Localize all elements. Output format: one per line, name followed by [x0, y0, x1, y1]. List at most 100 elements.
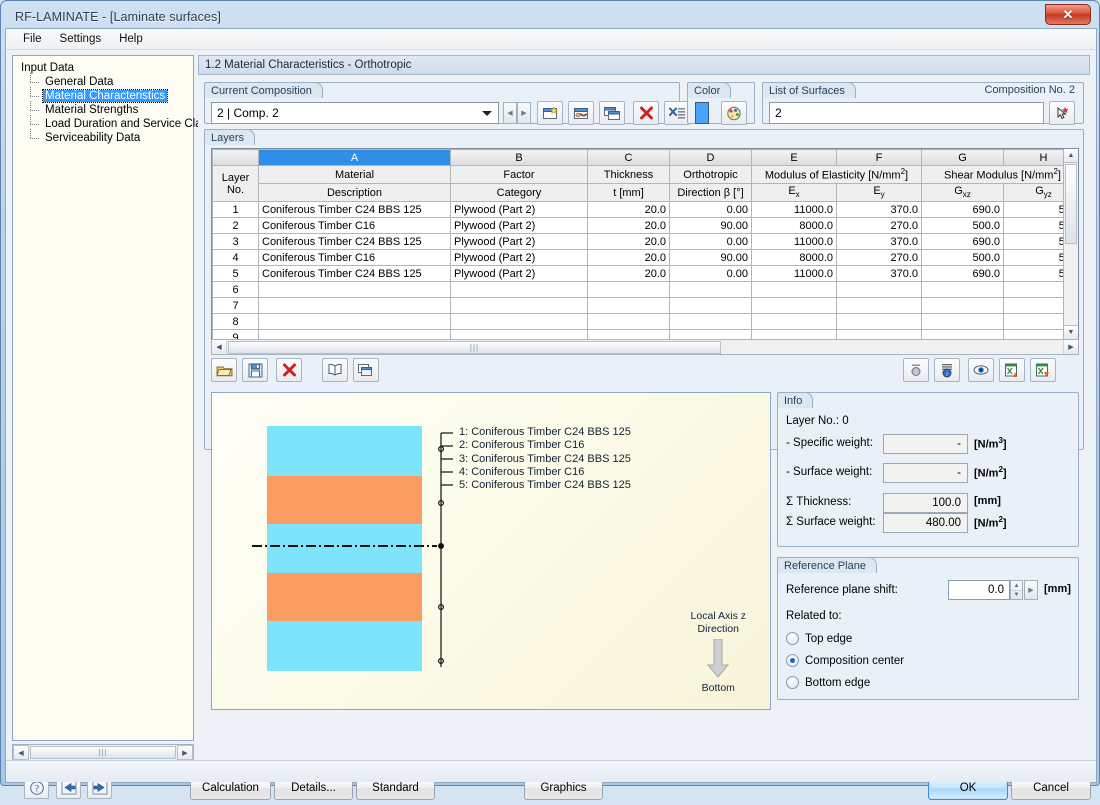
scrollbar-thumb[interactable]: |||: [30, 746, 176, 759]
cell-material[interactable]: [258, 281, 451, 298]
cell-direction[interactable]: [669, 297, 752, 314]
cell-ey[interactable]: 370.0: [836, 233, 922, 250]
cell-material[interactable]: Coniferous Timber C24 BBS 125: [258, 233, 451, 250]
cell-ex[interactable]: 11000.0: [751, 265, 837, 282]
cell-thickness[interactable]: 20.0: [587, 217, 670, 234]
color-swatch[interactable]: [695, 102, 709, 124]
pick-surfaces-button[interactable]: [1049, 101, 1075, 125]
table-vertical-scrollbar[interactable]: ▲ ▼: [1063, 149, 1078, 339]
cell-ex[interactable]: 8000.0: [751, 249, 837, 266]
table-row[interactable]: 5 Coniferous Timber C24 BBS 125 Plywood (P…: [212, 265, 1078, 282]
row-header-cell[interactable]: 3: [212, 233, 259, 250]
row-header-cell[interactable]: 7: [212, 297, 259, 314]
composition-next-button[interactable]: ▶: [517, 102, 531, 124]
cell-direction[interactable]: 90.00: [669, 249, 752, 266]
edit-composition-button[interactable]: [568, 101, 594, 125]
sidebar-item-material-strengths[interactable]: Material Strengths: [30, 101, 189, 117]
nav-horizontal-scrollbar[interactable]: ◀ ||| ▶: [12, 744, 194, 761]
cell-gxz[interactable]: 500.0: [921, 217, 1004, 234]
cell-ex[interactable]: 11000.0: [751, 201, 837, 218]
vscroll-thumb[interactable]: [1065, 164, 1077, 244]
library-button[interactable]: [322, 358, 348, 382]
save-layers-button[interactable]: [242, 358, 268, 382]
reference-plane-shift-input[interactable]: 0.0: [948, 580, 1010, 600]
cell-factor[interactable]: Plywood (Part 2): [450, 249, 588, 266]
cell-direction[interactable]: 0.00: [669, 201, 752, 218]
row-header-cell[interactable]: 1: [212, 201, 259, 218]
cell-ex[interactable]: [751, 297, 837, 314]
cell-ey[interactable]: [836, 281, 922, 298]
tree-root-input-data[interactable]: Input Data: [19, 61, 189, 75]
sidebar-item-load-duration[interactable]: Load Duration and Service Clas: [30, 115, 207, 131]
row-header-cell[interactable]: 2: [212, 217, 259, 234]
col-letter-E[interactable]: E: [751, 149, 837, 166]
radio-icon[interactable]: [786, 632, 799, 645]
cell-factor[interactable]: [450, 281, 588, 298]
scroll-right-arrow-icon[interactable]: ▶: [177, 745, 193, 760]
scroll-left-arrow-icon[interactable]: ◀: [13, 745, 29, 760]
radio-icon[interactable]: [786, 654, 799, 667]
new-composition-button[interactable]: [537, 101, 563, 125]
cell-gxz[interactable]: 690.0: [921, 265, 1004, 282]
row-header-cell[interactable]: 8: [212, 313, 259, 330]
cell-thickness[interactable]: [587, 297, 670, 314]
delete-composition-button[interactable]: [633, 101, 659, 125]
cell-factor[interactable]: Plywood (Part 2): [450, 265, 588, 282]
table-row[interactable]: 1 Coniferous Timber C24 BBS 125 Plywood (P…: [212, 201, 1078, 218]
cell-factor[interactable]: Plywood (Part 2): [450, 217, 588, 234]
radio-top-edge[interactable]: Top edge: [786, 632, 852, 645]
table-row[interactable]: 6: [212, 281, 1078, 298]
cell-ex[interactable]: 11000.0: [751, 233, 837, 250]
sidebar-item-serviceability-data[interactable]: Serviceability Data: [30, 129, 189, 145]
scroll-down-arrow-icon[interactable]: ▼: [1064, 325, 1078, 339]
cell-ey[interactable]: 270.0: [836, 249, 922, 266]
reference-plane-spinner[interactable]: ▲ ▼: [1010, 580, 1023, 600]
cell-factor[interactable]: [450, 313, 588, 330]
row-header-cell[interactable]: 5: [212, 265, 259, 282]
close-button[interactable]: ✕: [1045, 4, 1091, 25]
composition-combo[interactable]: 2 | Comp. 2: [211, 102, 499, 124]
cell-ex[interactable]: [751, 281, 837, 298]
col-letter-C[interactable]: C: [587, 149, 670, 166]
cell-gxz[interactable]: [921, 313, 1004, 330]
table-row[interactable]: 7: [212, 297, 1078, 314]
cell-ex[interactable]: 8000.0: [751, 217, 837, 234]
cell-material[interactable]: [258, 313, 451, 330]
open-layers-button[interactable]: [211, 358, 237, 382]
spin-down-icon[interactable]: ▼: [1011, 590, 1022, 599]
col-letter-B[interactable]: B: [450, 149, 588, 166]
col-letter-D[interactable]: D: [669, 149, 752, 166]
cell-gxz[interactable]: 690.0: [921, 201, 1004, 218]
cell-direction[interactable]: 0.00: [669, 233, 752, 250]
cell-ey[interactable]: 370.0: [836, 201, 922, 218]
col-letter-F[interactable]: F: [836, 149, 922, 166]
hscroll-left-arrow-icon[interactable]: ◀: [212, 340, 227, 354]
cell-factor[interactable]: Plywood (Part 2): [450, 233, 588, 250]
cell-factor[interactable]: [450, 297, 588, 314]
info-detail-button[interactable]: i: [934, 358, 960, 382]
cell-material[interactable]: Coniferous Timber C24 BBS 125: [258, 265, 451, 282]
cell-direction[interactable]: [669, 281, 752, 298]
cell-thickness[interactable]: [587, 281, 670, 298]
cell-direction[interactable]: 90.00: [669, 217, 752, 234]
duplicate-layers-button[interactable]: [353, 358, 379, 382]
delete-layer-button[interactable]: [276, 358, 302, 382]
cell-gxz[interactable]: 500.0: [921, 249, 1004, 266]
cell-thickness[interactable]: 20.0: [587, 249, 670, 266]
row-header-cell[interactable]: 6: [212, 281, 259, 298]
hscroll-right-arrow-icon[interactable]: ▶: [1063, 340, 1078, 354]
row-header-cell[interactable]: 4: [212, 249, 259, 266]
col-letter-G[interactable]: G: [921, 149, 1004, 166]
cell-ey[interactable]: [836, 313, 922, 330]
cell-gxz[interactable]: [921, 297, 1004, 314]
hscroll-thumb[interactable]: |||: [228, 340, 721, 354]
table-row[interactable]: 3 Coniferous Timber C24 BBS 125 Plywood (P…: [212, 233, 1078, 250]
radio-bottom-edge[interactable]: Bottom edge: [786, 676, 870, 689]
cell-thickness[interactable]: [587, 313, 670, 330]
scroll-up-arrow-icon[interactable]: ▲: [1064, 149, 1078, 163]
export-excel-button[interactable]: [1030, 358, 1056, 382]
table-row[interactable]: 4 Coniferous Timber C16 Plywood (Part 2) 20…: [212, 249, 1078, 266]
reference-plane-next-button[interactable]: ▶: [1024, 580, 1038, 600]
surfaces-input[interactable]: 2: [769, 102, 1044, 124]
composition-graphic[interactable]: 1: Coniferous Timber C24 BBS 125 2: Coni…: [211, 392, 771, 710]
